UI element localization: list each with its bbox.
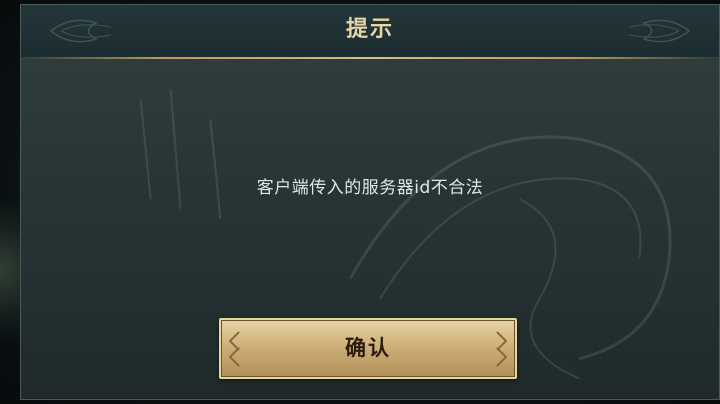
confirm-button[interactable]: 确认 (219, 318, 517, 379)
game-screen: 提示 客户端传入的服务器id不合法 确认 (0, 0, 720, 404)
background-scenery (0, 200, 22, 340)
confirm-button-label: 确认 (345, 336, 391, 360)
dialog-message: 客户端传入的服务器id不合法 (256, 178, 484, 198)
dialog-header: 提示 (21, 5, 719, 57)
dialog-title: 提示 (345, 17, 394, 42)
notice-dialog: 提示 客户端传入的服务器id不合法 确认 (20, 4, 720, 400)
